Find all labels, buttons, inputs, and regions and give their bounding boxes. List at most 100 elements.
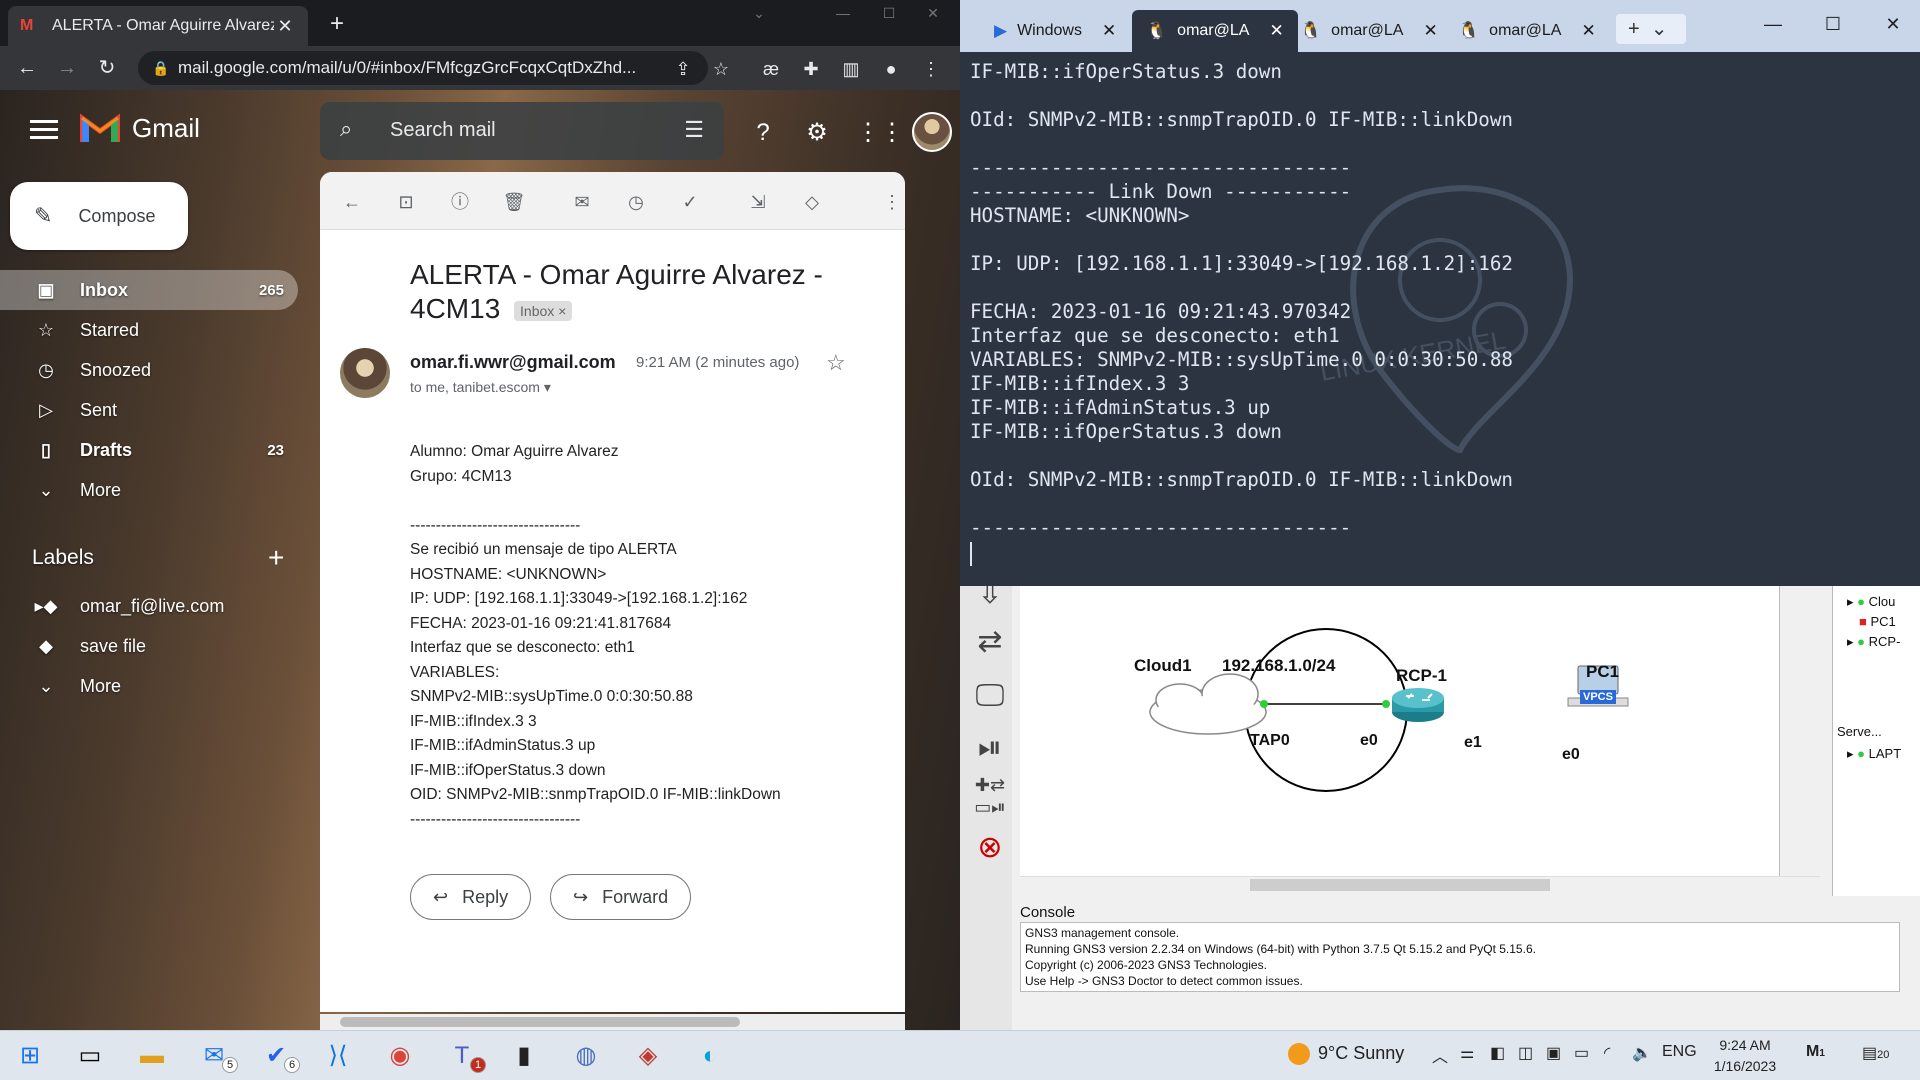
todo-app-icon[interactable]: ✔ 6: [258, 1039, 300, 1073]
nav-starred[interactable]: ☆ Starred: [0, 310, 298, 350]
copilot-icon[interactable]: M1: [1806, 1043, 1825, 1061]
profile-avatar-icon[interactable]: ●: [876, 54, 906, 84]
weather-widget[interactable]: 9°C Sunny: [1288, 1043, 1404, 1066]
nav-sent[interactable]: ▷ Sent: [0, 390, 298, 430]
add-label-icon[interactable]: +: [268, 542, 284, 574]
forward-icon[interactable]: →: [52, 54, 82, 84]
switch-icon[interactable]: ⇄: [968, 620, 1012, 664]
close-window-button[interactable]: ✕: [1870, 14, 1916, 35]
monitor-icon[interactable]: 🖵: [968, 674, 1012, 718]
tray-display-icon[interactable]: ▣: [1546, 1043, 1561, 1063]
scroll-thumb[interactable]: [340, 1017, 740, 1027]
nav-inbox[interactable]: ▣ Inbox 265: [0, 270, 298, 310]
apps-grid-icon[interactable]: ⋮⋮: [856, 118, 904, 148]
topology-item[interactable]: ■ PC1: [1847, 614, 1896, 629]
label-icon[interactable]: ◇: [800, 190, 824, 214]
cloud-node-icon[interactable]: [1149, 673, 1267, 735]
terminal-output[interactable]: IF-MIB::ifOperStatus.3 down OId: SNMPv2-…: [970, 60, 1910, 540]
settings-gear-icon[interactable]: ⚙: [802, 118, 832, 148]
reply-button[interactable]: ↩ Reply: [410, 874, 532, 920]
volume-icon[interactable]: 🔈: [1632, 1043, 1652, 1063]
wifi-icon[interactable]: ◜: [1604, 1043, 1610, 1063]
close-tab-icon[interactable]: ✕: [1581, 21, 1595, 41]
scroll-thumb[interactable]: [1250, 879, 1550, 891]
move-to-icon[interactable]: ⇲: [746, 190, 770, 214]
label-item[interactable]: ◆ save file: [0, 626, 298, 666]
start-windows-icon[interactable]: ⊞: [12, 1039, 48, 1073]
gns3-taskbar-icon[interactable]: ◍: [568, 1039, 604, 1073]
topology-canvas[interactable]: Cloud1 192.168.1.0/24 RCP-1 PC1 VPCS TAP…: [1020, 586, 1780, 876]
close-tab-icon[interactable]: ✕: [1423, 21, 1437, 41]
nav-snoozed[interactable]: ◷ Snoozed: [0, 350, 298, 390]
close-window-button[interactable]: ✕: [910, 0, 956, 30]
file-explorer-icon[interactable]: ▬: [134, 1039, 170, 1073]
edge-icon[interactable]: ◐: [692, 1039, 728, 1073]
server-item[interactable]: ▸ ● LAPT: [1847, 746, 1901, 762]
minimize-button[interactable]: —: [820, 0, 866, 30]
search-input[interactable]: Search mail: [390, 119, 496, 142]
download-icon[interactable]: ⇩: [968, 586, 1012, 616]
gmail-logo[interactable]: Gmail: [80, 112, 200, 144]
tray-camera-icon[interactable]: ◫: [1518, 1043, 1533, 1063]
vscode-icon[interactable]: ⟩⟨: [320, 1039, 356, 1073]
recipients[interactable]: to me, tanibet.escom ▾: [410, 379, 551, 396]
compose-button[interactable]: ✎ Compose: [10, 182, 188, 250]
cloud-node-label[interactable]: Cloud1: [1134, 656, 1192, 676]
canvas-vscrollbar[interactable]: [1808, 586, 1824, 876]
bookmark-star-icon[interactable]: ☆: [706, 54, 736, 84]
maximize-button[interactable]: ☐: [866, 0, 912, 30]
play-pause-icon[interactable]: ⏯: [968, 726, 1012, 770]
terminal-tab[interactable]: 🐧 omar@LA ✕: [1286, 10, 1452, 52]
maximize-button[interactable]: ☐: [1810, 14, 1856, 35]
menu-kebab-icon[interactable]: ⋮: [916, 54, 946, 84]
sidepanel-icon[interactable]: ▥: [836, 54, 866, 84]
search-icon[interactable]: ⌕: [340, 116, 366, 142]
back-icon[interactable]: ←: [12, 54, 42, 84]
more-options-icon[interactable]: ⋮: [880, 190, 904, 214]
tab-search-icon[interactable]: ⌄: [736, 0, 782, 30]
sender-avatar[interactable]: [340, 348, 390, 398]
search-options-icon[interactable]: ☰: [684, 117, 704, 143]
help-icon[interactable]: ?: [748, 118, 778, 148]
nav-more[interactable]: ⌄ More: [0, 470, 298, 510]
chrome-tab[interactable]: M ALERTA - Omar Aguirre Alvarez - ✕: [8, 6, 308, 46]
account-avatar[interactable]: [912, 112, 952, 152]
share-icon[interactable]: ⇪: [668, 54, 698, 84]
minimize-button[interactable]: —: [1750, 14, 1796, 35]
sender-email[interactable]: omar.fi.wwr@gmail.com: [410, 352, 616, 373]
app-icon[interactable]: ◈: [630, 1039, 666, 1073]
message-hscrollbar[interactable]: [320, 1014, 905, 1030]
add-link-icon[interactable]: ⊗: [968, 826, 1012, 870]
tray-sliders-icon[interactable]: ⚌: [1460, 1043, 1474, 1063]
input-language[interactable]: ENG: [1662, 1043, 1697, 1061]
archive-icon[interactable]: ⊡: [394, 190, 418, 214]
main-menu-icon[interactable]: [30, 120, 58, 144]
forward-button[interactable]: ↪ Forward: [550, 874, 692, 920]
search-bar[interactable]: ⌕ Search mail ☰: [320, 102, 724, 160]
pc-node-label[interactable]: PC1: [1586, 662, 1619, 682]
mail-app-icon[interactable]: ✉ 5: [196, 1039, 238, 1073]
battery-icon[interactable]: ▭: [1574, 1043, 1589, 1063]
task-view-icon[interactable]: ▭: [72, 1039, 108, 1073]
add-task-icon[interactable]: ✓: [678, 190, 702, 214]
router-node-label[interactable]: RCP-1: [1396, 666, 1447, 686]
tray-app-icon[interactable]: ◧: [1490, 1043, 1505, 1063]
terminal-tab[interactable]: ▶ Windows ✕: [980, 10, 1130, 52]
topology-item[interactable]: ▸ ● RCP-: [1847, 634, 1900, 650]
canvas-hscrollbar[interactable]: [1020, 876, 1820, 892]
terminal-tab-active[interactable]: 🐧 omar@LA ✕: [1132, 10, 1298, 52]
new-terminal-tab-button[interactable]: + ⌄: [1616, 14, 1686, 44]
labels-more[interactable]: ⌄ More: [0, 666, 298, 706]
puzzle-icon[interactable]: ✚: [796, 54, 826, 84]
reload-icon[interactable]: ↻: [92, 54, 122, 84]
extension-icon[interactable]: æ: [756, 54, 786, 84]
tray-chevron-icon[interactable]: ︿: [1432, 1043, 1448, 1067]
terminal-taskbar-icon[interactable]: ▮: [506, 1039, 542, 1073]
topology-item[interactable]: ▸ ● Clou: [1847, 594, 1895, 610]
nav-drafts[interactable]: ▯ Drafts 23: [0, 430, 298, 470]
new-tab-button[interactable]: +: [322, 10, 352, 40]
network-label[interactable]: 192.168.1.0/24: [1222, 656, 1335, 676]
star-message-icon[interactable]: ☆: [826, 350, 846, 376]
address-bar[interactable]: 🔒 mail.google.com/mail/u/0/#inbox/FMfcgz…: [138, 51, 708, 85]
chrome-taskbar-icon[interactable]: ◉: [382, 1039, 418, 1073]
